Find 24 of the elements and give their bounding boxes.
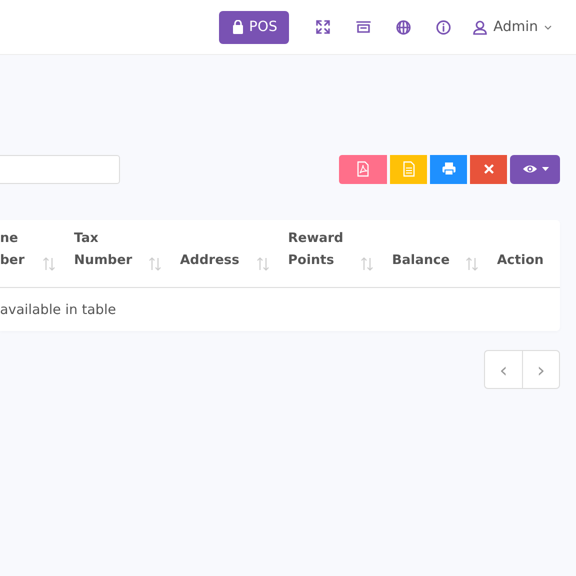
pdf-button[interactable]: [339, 154, 387, 184]
info-icon: [436, 20, 451, 34]
pdf-file-icon: [355, 161, 371, 177]
globe-icon: [396, 20, 411, 34]
pos-button[interactable]: POS: [219, 10, 290, 44]
expand-icon: [316, 20, 330, 34]
column-header[interactable]: Tax Number: [74, 228, 132, 272]
print-button[interactable]: [430, 154, 467, 184]
column-header[interactable]: Balance: [392, 250, 450, 272]
search-field[interactable]: [0, 154, 120, 184]
document-icon: [400, 161, 416, 177]
user-menu[interactable]: Admin: [473, 19, 552, 35]
column-header[interactable]: ne ber: [0, 228, 25, 272]
reset-button[interactable]: [470, 154, 507, 184]
column-header[interactable]: Address: [180, 250, 240, 272]
empty-table-message: available in table: [0, 301, 118, 320]
column-header: Action: [497, 252, 544, 270]
column-visibility-button[interactable]: [510, 154, 560, 184]
user-icon: [473, 20, 488, 34]
caret-down-icon: [542, 167, 548, 171]
printer-icon: [440, 161, 456, 177]
chevron-down-icon: [544, 24, 552, 30]
column-header[interactable]: Reward Points: [288, 228, 344, 272]
tray-icon: [356, 20, 371, 34]
